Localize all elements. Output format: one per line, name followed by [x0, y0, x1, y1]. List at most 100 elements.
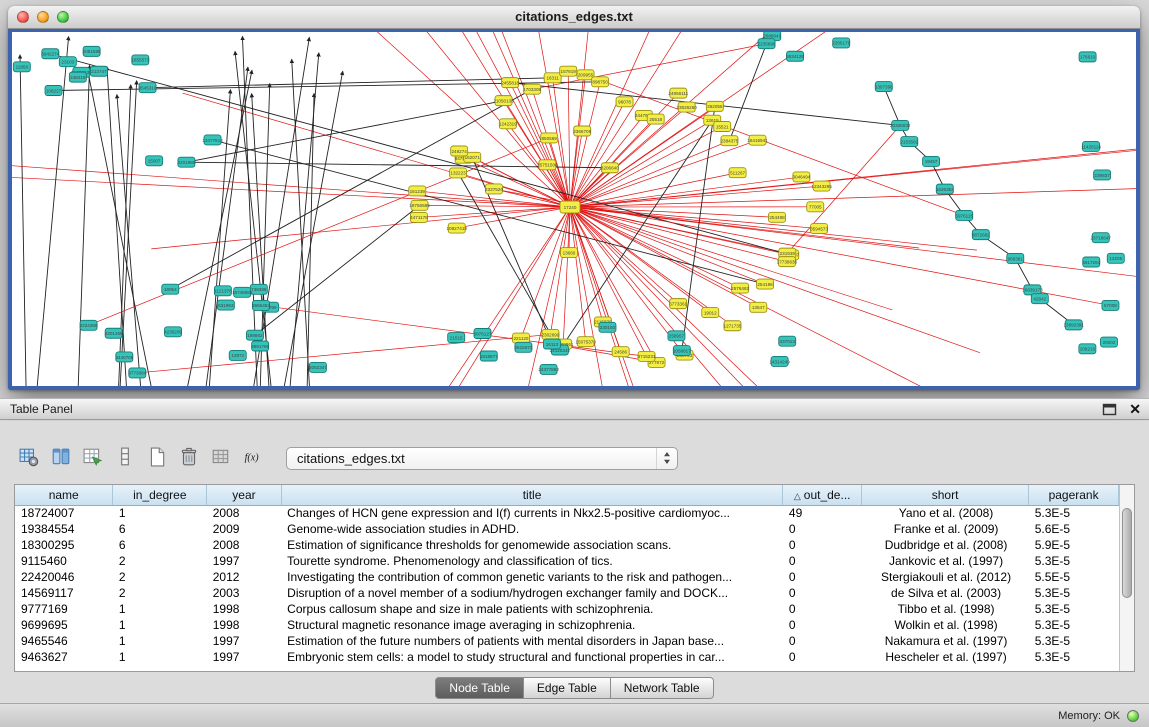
table-row[interactable]: 1938455462009Genome-wide association stu…: [15, 521, 1119, 537]
cell-name[interactable]: 18724007: [15, 505, 113, 521]
cell-pagerank[interactable]: 5.5E-5: [1029, 569, 1119, 585]
cell-name[interactable]: 18300295: [15, 537, 113, 553]
network-window-titlebar[interactable]: citations_edges.txt: [8, 6, 1140, 29]
cell-short[interactable]: Wolkin et al. (1998): [861, 617, 1028, 633]
cell-in-degree[interactable]: 2: [113, 569, 207, 585]
float-panel-icon[interactable]: [1102, 402, 1117, 417]
new-file-button[interactable]: [142, 445, 172, 471]
cell-out-degree[interactable]: 0: [783, 585, 862, 601]
cell-year[interactable]: 1997: [207, 649, 281, 665]
zoom-button[interactable]: [57, 11, 69, 23]
cell-out-degree[interactable]: 0: [783, 649, 862, 665]
cell-out-degree[interactable]: 0: [783, 617, 862, 633]
cell-in-degree[interactable]: 6: [113, 521, 207, 537]
table-options-button[interactable]: [14, 445, 44, 471]
cell-short[interactable]: Stergiakouli et al. (2012): [861, 569, 1028, 585]
cell-year[interactable]: 1998: [207, 617, 281, 633]
cell-out-degree[interactable]: 0: [783, 537, 862, 553]
cell-year[interactable]: 2009: [207, 521, 281, 537]
network-view[interactable]: 1082741944711781875658516123913222384750…: [12, 32, 1136, 386]
new-column-button[interactable]: [78, 445, 108, 471]
cell-out-degree[interactable]: 0: [783, 633, 862, 649]
cell-title[interactable]: Estimation of the future numbers of pati…: [281, 633, 783, 649]
column-header-title[interactable]: title: [281, 485, 783, 505]
cell-title[interactable]: Estimation of significance thresholds fo…: [281, 537, 783, 553]
minimize-button[interactable]: [37, 11, 49, 23]
table-row[interactable]: 1872400712008Changes of HCN gene express…: [15, 505, 1119, 521]
cell-year[interactable]: 2008: [207, 537, 281, 553]
cell-title[interactable]: Changes of HCN gene expression and I(f) …: [281, 505, 783, 521]
column-header-short[interactable]: short: [861, 485, 1028, 505]
tab-edge-table[interactable]: Edge Table: [524, 677, 611, 699]
close-panel-icon[interactable]: ✕: [1129, 401, 1141, 417]
cell-pagerank[interactable]: 5.3E-5: [1029, 553, 1119, 569]
cell-name[interactable]: 14569117: [15, 585, 113, 601]
cell-name[interactable]: 22420046: [15, 569, 113, 585]
table-row[interactable]: 911546021997Tourette syndrome. Phenomeno…: [15, 553, 1119, 569]
cell-in-degree[interactable]: 2: [113, 585, 207, 601]
rows-button[interactable]: [110, 445, 140, 471]
table-row[interactable]: 969969511998Structural magnetic resonanc…: [15, 617, 1119, 633]
cell-year[interactable]: 1997: [207, 553, 281, 569]
tab-network-table[interactable]: Network Table: [611, 677, 714, 699]
cell-title[interactable]: Corpus callosum shape and size in male p…: [281, 601, 783, 617]
cell-pagerank[interactable]: 5.3E-5: [1029, 649, 1119, 665]
table-row[interactable]: 946554611997Estimation of the future num…: [15, 633, 1119, 649]
cell-out-degree[interactable]: 0: [783, 521, 862, 537]
cell-short[interactable]: Yano et al. (2008): [861, 505, 1028, 521]
cell-title[interactable]: Embryonic stem cells: a model to study s…: [281, 649, 783, 665]
cell-in-degree[interactable]: 1: [113, 649, 207, 665]
cell-out-degree[interactable]: 0: [783, 569, 862, 585]
cell-in-degree[interactable]: 1: [113, 617, 207, 633]
table-scrollbar[interactable]: [1119, 485, 1134, 671]
cell-in-degree[interactable]: 2: [113, 553, 207, 569]
cell-in-degree[interactable]: 1: [113, 505, 207, 521]
import-table-button[interactable]: [206, 445, 236, 471]
cell-short[interactable]: Franke et al. (2009): [861, 521, 1028, 537]
tab-node-table[interactable]: Node Table: [435, 677, 524, 699]
cell-year[interactable]: 2008: [207, 505, 281, 521]
cell-name[interactable]: 19384554: [15, 521, 113, 537]
cell-pagerank[interactable]: 5.3E-5: [1029, 601, 1119, 617]
cell-short[interactable]: Dudbridge et al. (2008): [861, 537, 1028, 553]
cell-pagerank[interactable]: 5.9E-5: [1029, 537, 1119, 553]
cell-name[interactable]: 9115460: [15, 553, 113, 569]
column-header-year[interactable]: year: [207, 485, 281, 505]
cell-title[interactable]: Disruption of a novel member of a sodium…: [281, 585, 783, 601]
cell-name[interactable]: 9465546: [15, 633, 113, 649]
cell-in-degree[interactable]: 1: [113, 601, 207, 617]
delete-button[interactable]: [174, 445, 204, 471]
cell-short[interactable]: de Silva et al. (2003): [861, 585, 1028, 601]
cell-in-degree[interactable]: 1: [113, 633, 207, 649]
cell-short[interactable]: Tibbo et al. (1998): [861, 601, 1028, 617]
table-row[interactable]: 1456911722003Disruption of a novel membe…: [15, 585, 1119, 601]
cell-pagerank[interactable]: 5.3E-5: [1029, 617, 1119, 633]
show-columns-button[interactable]: [46, 445, 76, 471]
column-header-name[interactable]: name: [15, 485, 113, 505]
table-scrollbar-thumb[interactable]: [1122, 508, 1132, 598]
cell-pagerank[interactable]: 5.6E-5: [1029, 521, 1119, 537]
table-row[interactable]: 977716911998Corpus callosum shape and si…: [15, 601, 1119, 617]
cell-short[interactable]: Jankovic et al. (1997): [861, 553, 1028, 569]
cell-pagerank[interactable]: 5.3E-5: [1029, 585, 1119, 601]
cell-year[interactable]: 1998: [207, 601, 281, 617]
function-builder-button[interactable]: f(x): [238, 445, 268, 471]
cell-name[interactable]: 9777169: [15, 601, 113, 617]
cell-out-degree[interactable]: 0: [783, 553, 862, 569]
table-row[interactable]: 1830029562008Estimation of significance …: [15, 537, 1119, 553]
cell-pagerank[interactable]: 5.3E-5: [1029, 505, 1119, 521]
close-button[interactable]: [17, 11, 29, 23]
cell-year[interactable]: 2012: [207, 569, 281, 585]
table-selector-combobox[interactable]: citations_edges.txt: [286, 447, 678, 470]
cell-out-degree[interactable]: 0: [783, 601, 862, 617]
column-header-out-degree[interactable]: △out_de...: [783, 485, 862, 505]
cell-year[interactable]: 1997: [207, 633, 281, 649]
cell-title[interactable]: Tourette syndrome. Phenomenology and cla…: [281, 553, 783, 569]
cell-short[interactable]: Nakamura et al. (1997): [861, 633, 1028, 649]
cell-title[interactable]: Genome-wide association studies in ADHD.: [281, 521, 783, 537]
cell-name[interactable]: 9463627: [15, 649, 113, 665]
cell-pagerank[interactable]: 5.3E-5: [1029, 633, 1119, 649]
cell-out-degree[interactable]: 49: [783, 505, 862, 521]
cell-title[interactable]: Structural magnetic resonance image aver…: [281, 617, 783, 633]
cell-in-degree[interactable]: 6: [113, 537, 207, 553]
